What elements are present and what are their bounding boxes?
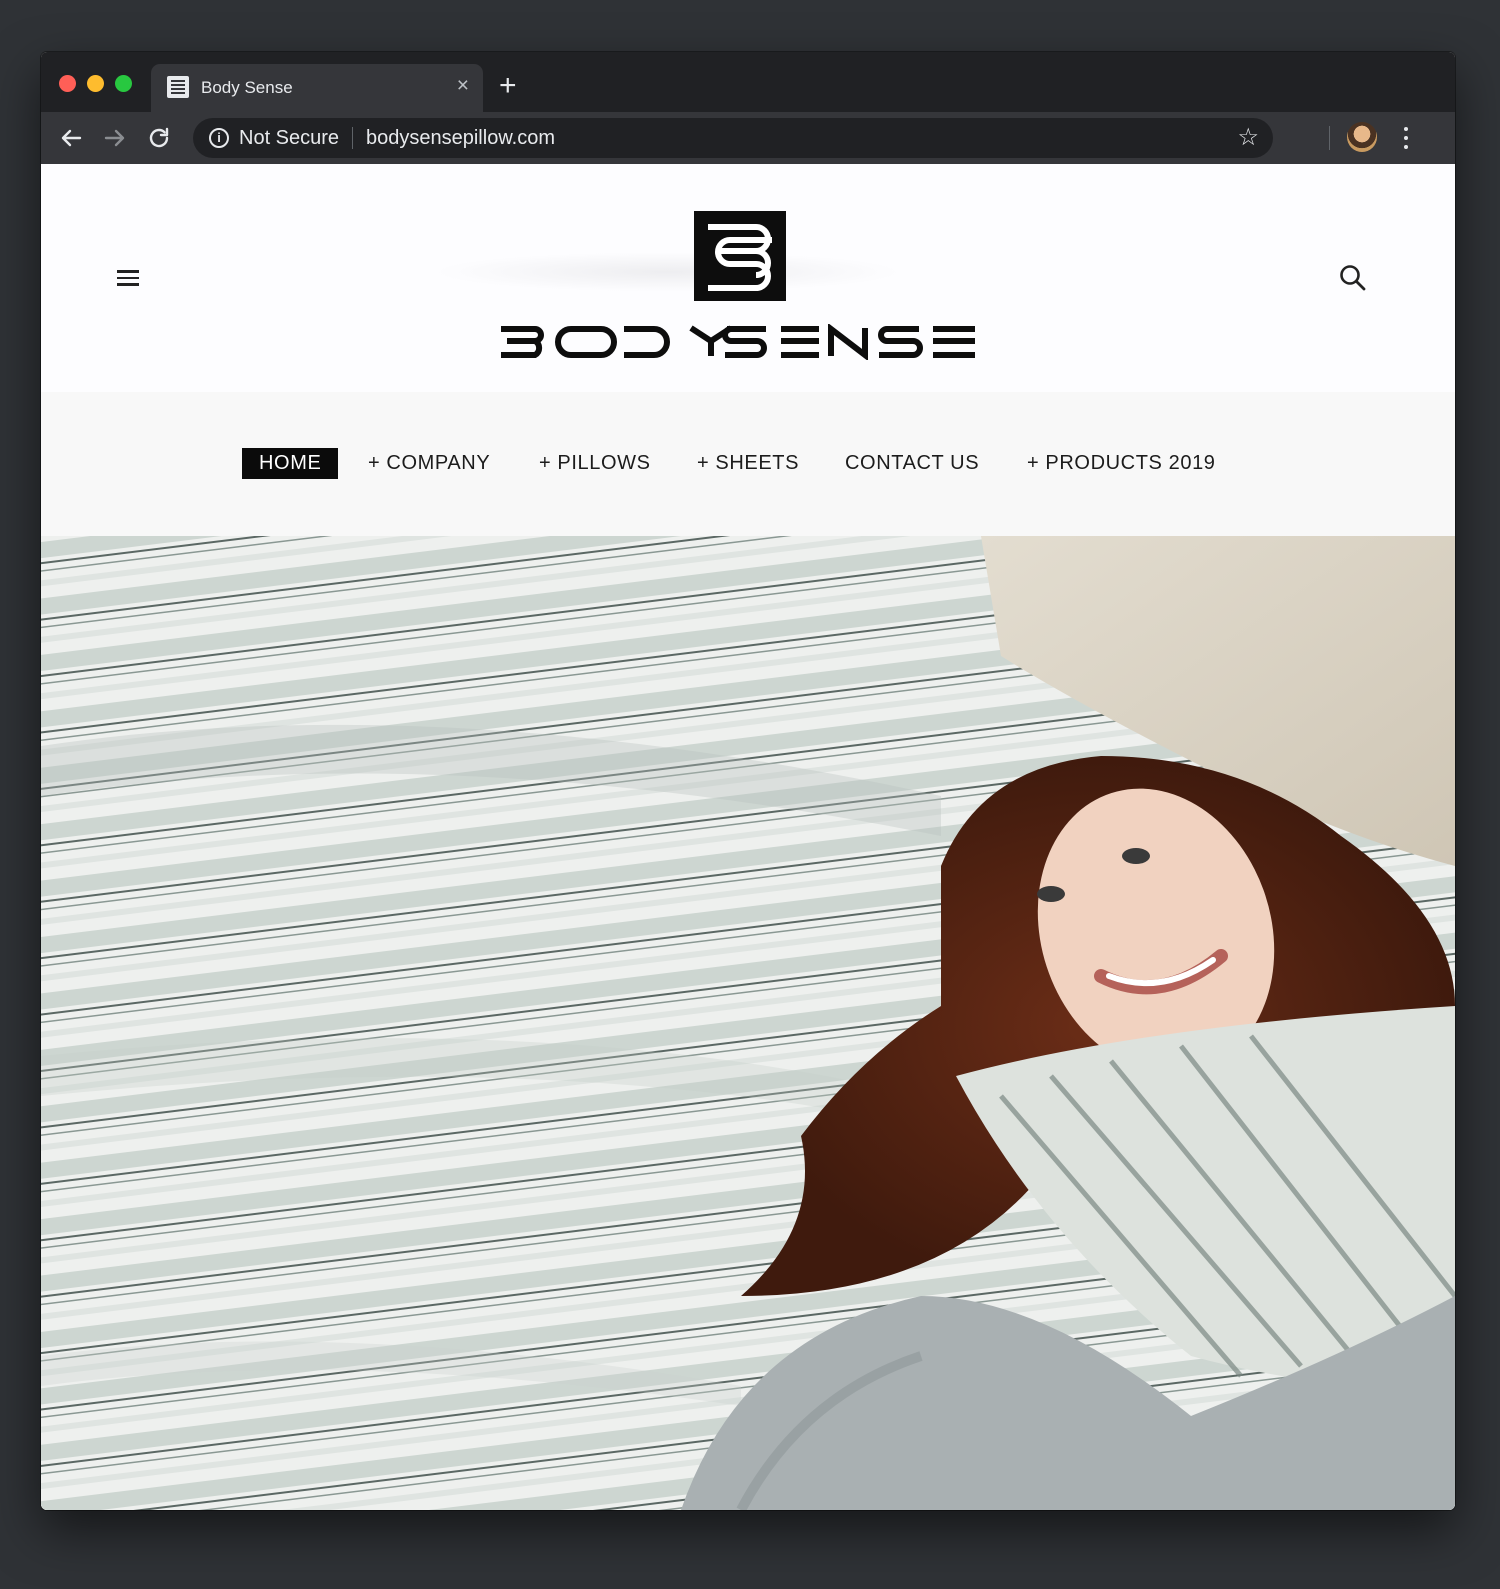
omnibox-divider [352,127,353,149]
nav-pillows[interactable]: + PILLOWS [539,448,651,479]
tab-title: Body Sense [201,78,293,97]
browser-toolbar: i Not Secure bodysensepillow.com ☆ [41,112,1455,164]
browser-tab[interactable]: Body Sense × [151,64,483,112]
reload-icon[interactable] [143,122,175,154]
nav-company[interactable]: + COMPANY [368,448,490,479]
toolbar-divider [1329,126,1330,150]
arrow-left-icon[interactable] [55,122,87,154]
logo-background-smudge [433,252,903,292]
info-icon[interactable]: i [209,128,229,148]
close-window-button[interactable] [59,75,76,92]
menu-icon[interactable] [117,270,139,286]
hero-image [41,536,1455,1510]
browser-window: Body Sense × + i Not Secure bodysensepil… [41,52,1455,1510]
search-icon[interactable] [1337,262,1369,294]
nav-home[interactable]: HOME [242,448,339,479]
document-favicon-icon [167,76,189,98]
bodysense-logo-mark[interactable] [694,211,786,301]
close-icon[interactable]: × [457,75,469,97]
nav-contact-us[interactable]: CONTACT US [845,448,979,479]
new-tab-button[interactable]: + [499,70,517,102]
site-header [41,164,1455,392]
minimize-window-button[interactable] [87,75,104,92]
profile-avatar[interactable] [1347,122,1377,152]
maximize-window-button[interactable] [115,75,132,92]
nav-products-2019[interactable]: + PRODUCTS 2019 [1027,448,1216,479]
arrow-right-icon[interactable] [99,122,131,154]
security-label[interactable]: Not Secure [239,127,339,150]
tab-strip: Body Sense × + [41,52,1455,112]
url-text[interactable]: bodysensepillow.com [366,127,555,150]
main-navigation: HOME + COMPANY + PILLOWS + SHEETS CONTAC… [41,392,1455,536]
bodysense-wordmark[interactable] [501,324,981,360]
address-bar[interactable]: i Not Secure bodysensepillow.com ☆ [193,118,1273,158]
nav-sheets[interactable]: + SHEETS [697,448,799,479]
kebab-menu-icon[interactable] [1395,124,1417,152]
web-page: HOME + COMPANY + PILLOWS + SHEETS CONTAC… [41,164,1455,1510]
star-icon[interactable]: ☆ [1237,123,1259,152]
